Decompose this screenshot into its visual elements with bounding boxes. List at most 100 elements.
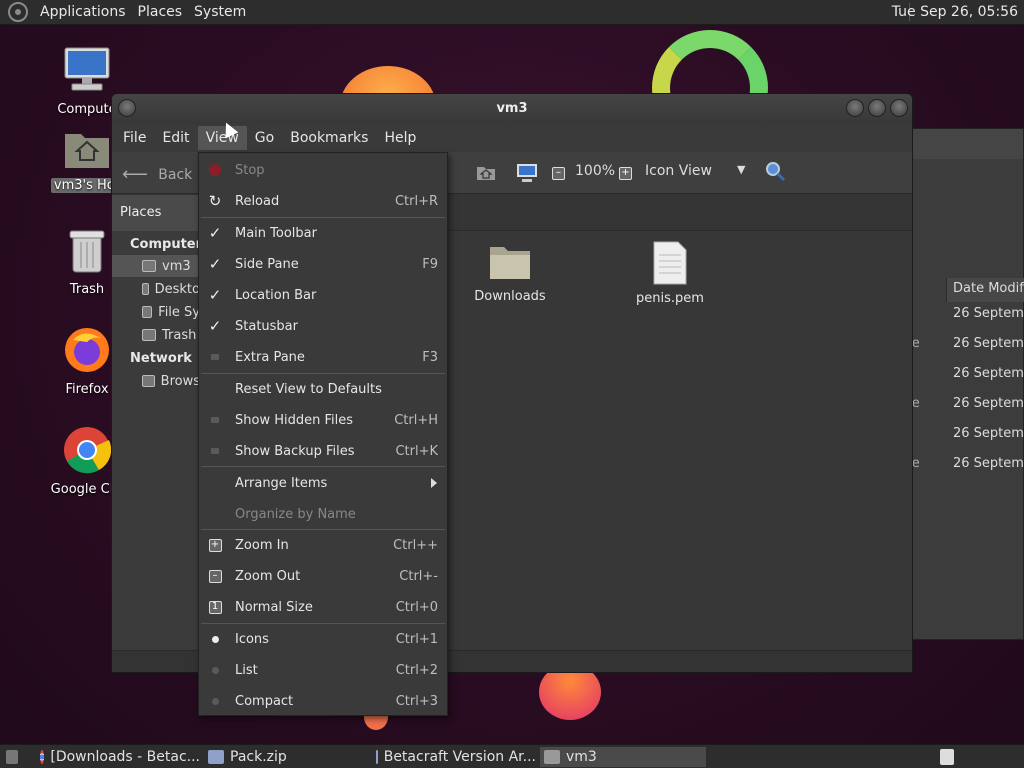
sidebar-item-filesystem[interactable]: File Sy <box>112 301 200 323</box>
trash-icon <box>69 230 105 273</box>
computer-icon <box>517 164 537 182</box>
sidebar-item-label: File Sy <box>158 304 200 320</box>
menu-item-main-toolbar[interactable]: ✓ Main Toolbar <box>199 218 447 248</box>
workspace-icon <box>940 749 954 765</box>
menu-go[interactable]: Go <box>247 126 282 150</box>
computer-icon <box>64 47 110 91</box>
task-label: Pack.zip <box>230 749 287 765</box>
side-pane-header[interactable]: Places <box>112 195 200 231</box>
chrome-icon <box>64 427 112 474</box>
task-vm3[interactable]: vm3 <box>540 747 706 767</box>
menu-item-zoom-out[interactable]: – Zoom Out Ctrl+- <box>199 561 447 591</box>
home-button[interactable] <box>476 163 496 185</box>
menu-item-label: Zoom In <box>235 537 289 553</box>
file-label: penis.pem <box>636 291 704 306</box>
task-label: Betacraft Version Ar... <box>383 749 536 765</box>
menu-help[interactable]: Help <box>376 126 424 150</box>
zoom-out-icon: – <box>552 167 565 180</box>
menu-edit[interactable]: Edit <box>154 126 197 150</box>
unchecked-icon <box>211 354 219 360</box>
firefox-icon <box>65 328 109 372</box>
file-item-pem[interactable]: penis.pem <box>620 241 720 306</box>
task-label: [Downloads - Betac... <box>50 749 200 765</box>
desktop-icon <box>142 283 149 295</box>
check-icon: ✓ <box>208 286 222 304</box>
zoom-in-icon: + <box>208 538 222 552</box>
task-label: vm3 <box>566 749 597 765</box>
zoom-normal-icon: 1 <box>208 600 222 614</box>
sidebar-item-browse-network[interactable]: Brows <box>112 370 200 392</box>
home-folder-icon <box>544 750 560 764</box>
drive-icon <box>142 306 153 318</box>
menu-item-accel: Ctrl+K <box>395 443 438 459</box>
task-downloads-browser[interactable]: [Downloads - Betac... <box>36 747 200 767</box>
menu-item-label: Extra Pane <box>235 349 305 365</box>
check-icon: ✓ <box>208 224 222 242</box>
search-button[interactable] <box>764 160 786 186</box>
trash-icon <box>142 329 156 341</box>
computer-button[interactable] <box>516 163 538 187</box>
menu-item-accel: Ctrl++ <box>393 537 438 553</box>
back-button[interactable]: ⟵ Back <box>122 163 192 185</box>
menu-item-label: Arrange Items <box>235 475 328 491</box>
file-label: Downloads <box>474 289 546 304</box>
system-menu[interactable]: System <box>188 4 252 20</box>
menu-item-view-icons[interactable]: Icons Ctrl+1 <box>199 624 447 654</box>
top-panel: Applications Places System Tue Sep 26, 0… <box>0 0 1024 25</box>
menu-item-show-backup[interactable]: Show Backup Files Ctrl+K <box>199 436 447 466</box>
menu-item-label: Icons <box>235 631 269 647</box>
window-title: vm3 <box>496 101 528 116</box>
show-desktop-icon <box>6 750 18 764</box>
menu-item-show-hidden[interactable]: Show Hidden Files Ctrl+H <box>199 405 447 435</box>
radio-unselected-icon <box>211 697 219 705</box>
zoom-out-button[interactable]: – <box>552 163 565 180</box>
close-button[interactable] <box>890 99 908 117</box>
archive-icon <box>208 750 224 764</box>
workspace-switcher[interactable] <box>936 747 960 767</box>
menu-item-arrange-items[interactable]: Arrange Items <box>199 468 447 498</box>
show-desktop-button[interactable] <box>2 747 24 767</box>
task-betacraft[interactable]: Betacraft Version Ar... <box>372 747 536 767</box>
zoom-out-icon: – <box>208 569 222 583</box>
view-mode-select[interactable]: Icon View ▼ <box>645 163 745 179</box>
text-file-icon <box>653 241 687 285</box>
window-menu-icon[interactable] <box>118 99 136 117</box>
menu-bookmarks[interactable]: Bookmarks <box>282 126 376 150</box>
menu-item-extra-pane[interactable]: Extra Pane F3 <box>199 342 447 372</box>
file-item-downloads[interactable]: Downloads <box>460 241 560 304</box>
sidebar-item-desktop[interactable]: Deskto <box>112 278 200 300</box>
menu-item-label: Compact <box>235 693 294 709</box>
menu-item-location-bar[interactable]: ✓ Location Bar <box>199 280 447 310</box>
task-pack-zip[interactable]: Pack.zip <box>204 747 364 767</box>
menu-item-label: Organize by Name <box>235 506 356 522</box>
menu-item-view-compact[interactable]: Compact Ctrl+3 <box>199 686 447 716</box>
distro-logo-icon[interactable] <box>8 2 28 22</box>
menu-item-side-pane[interactable]: ✓ Side Pane F9 <box>199 249 447 279</box>
reload-icon: ↻ <box>208 192 222 210</box>
menu-item-accel: F9 <box>422 256 438 272</box>
zoom-level: 100% <box>575 163 616 179</box>
menu-item-label: Stop <box>235 162 265 178</box>
menu-item-view-list[interactable]: List Ctrl+2 <box>199 655 447 685</box>
menu-item-reset-view[interactable]: Reset View to Defaults <box>199 374 447 404</box>
maximize-button[interactable] <box>868 99 886 117</box>
menu-item-reload[interactable]: ↻ Reload Ctrl+R <box>199 186 447 216</box>
menu-item-label: Normal Size <box>235 599 313 615</box>
menu-item-accel: F3 <box>422 349 438 365</box>
sidebar-item-trash[interactable]: Trash <box>112 324 200 346</box>
archive-icon <box>376 750 378 764</box>
places-menu[interactable]: Places <box>132 4 189 20</box>
menu-item-normal-size[interactable]: 1 Normal Size Ctrl+0 <box>199 592 447 622</box>
clock[interactable]: Tue Sep 26, 05:56 <box>892 4 1018 20</box>
applications-menu[interactable]: Applications <box>34 4 132 20</box>
menu-item-accel: Ctrl+2 <box>395 662 438 678</box>
zoom-in-button[interactable]: + <box>619 163 632 180</box>
menu-file[interactable]: File <box>115 126 154 150</box>
submenu-arrow-icon <box>431 478 437 488</box>
menu-item-stop: Stop <box>199 155 447 185</box>
minimize-button[interactable] <box>846 99 864 117</box>
search-icon <box>766 162 786 182</box>
menu-item-statusbar[interactable]: ✓ Statusbar <box>199 311 447 341</box>
menu-item-zoom-in[interactable]: + Zoom In Ctrl++ <box>199 530 447 560</box>
sidebar-item-vm3[interactable]: vm3 <box>112 255 200 277</box>
